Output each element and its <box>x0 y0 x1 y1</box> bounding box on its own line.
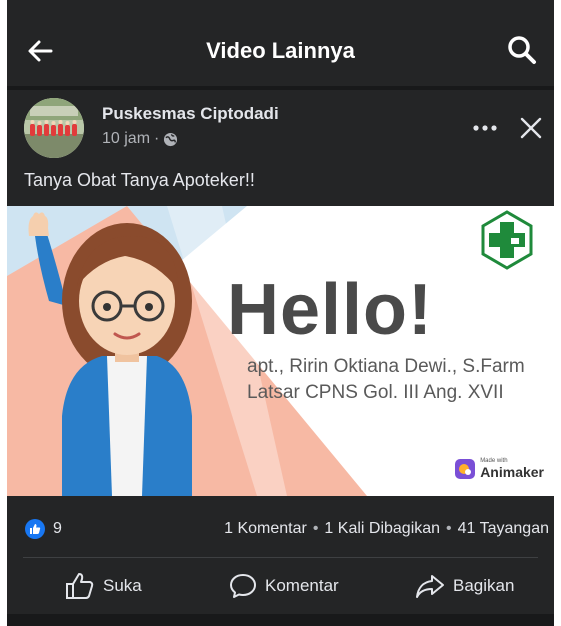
video-greeting: Hello! <box>227 270 434 350</box>
watermark-brand: Animaker <box>480 464 544 480</box>
animaker-watermark: Made with Animaker <box>454 458 544 480</box>
video-course-line: Latsar CPNS Gol. III Ang. XVII <box>247 382 504 403</box>
share-button[interactable]: Bagikan <box>415 570 514 602</box>
more-dots-icon <box>473 125 497 131</box>
reactions-bar: 9 1 Komentar • 1 Kali Dibagikan • 41 Tay… <box>7 496 554 556</box>
stats-dot: • <box>446 520 452 537</box>
post-author[interactable]: Puskesmas Ciptodadi <box>102 104 279 124</box>
comment-label: Komentar <box>265 576 339 595</box>
animaker-logo-icon <box>455 459 476 479</box>
status-bar <box>7 0 554 14</box>
thumbs-up-icon <box>30 524 41 534</box>
post-meta: 10 jam · <box>102 130 178 148</box>
puskesmas-logo <box>481 210 533 270</box>
header-divider <box>7 86 554 90</box>
more-options-button[interactable] <box>470 116 500 140</box>
app-bar: Video Lainnya <box>7 14 554 86</box>
like-button[interactable]: Suka <box>65 570 142 602</box>
bottom-divider <box>7 614 554 626</box>
avatar[interactable] <box>24 98 84 158</box>
comment-button[interactable]: Komentar <box>229 570 339 602</box>
share-label: Bagikan <box>453 576 515 595</box>
share-count[interactable]: 1 Kali Dibagikan <box>324 520 440 538</box>
arrow-left-icon <box>28 40 53 62</box>
share-arrow-icon <box>416 575 444 598</box>
post-actions: Suka Komentar Bagikan <box>7 558 554 614</box>
stats-dot: • <box>312 520 319 537</box>
thumbs-up-outline-icon <box>66 573 94 599</box>
post-time: 10 jam <box>102 130 151 147</box>
video-name-line: apt., Ririn Oktiana Dewi., S.Farm <box>247 356 525 377</box>
globe-icon <box>164 132 178 146</box>
group-photo-avatar <box>24 98 84 158</box>
page-title: Video Lainnya <box>206 38 355 63</box>
video-player[interactable]: Hello! apt., Ririn Oktiana Dewi., S.Farm… <box>7 206 554 496</box>
close-post-button[interactable] <box>517 114 545 142</box>
comment-count[interactable]: 1 Komentar <box>224 520 307 538</box>
app-frame: Video Lainnya Puskesmas Ciptodadi 10 jam… <box>7 0 554 626</box>
back-button[interactable] <box>25 36 55 66</box>
close-icon <box>520 117 542 139</box>
view-count: 41 Tayangan <box>457 520 549 537</box>
engagement-stats: 1 Komentar • 1 Kali Dibagikan • 41 Tayan… <box>224 520 549 538</box>
like-count[interactable]: 9 <box>53 520 62 538</box>
search-icon <box>508 36 536 64</box>
like-label: Suka <box>103 576 142 595</box>
meta-separator: · <box>154 130 160 147</box>
video-background-art <box>7 206 533 496</box>
post-caption: Tanya Obat Tanya Apoteker!! <box>24 170 255 190</box>
search-button[interactable] <box>506 34 538 66</box>
like-reaction-badge[interactable] <box>25 519 45 539</box>
comment-bubble-icon <box>230 574 256 598</box>
